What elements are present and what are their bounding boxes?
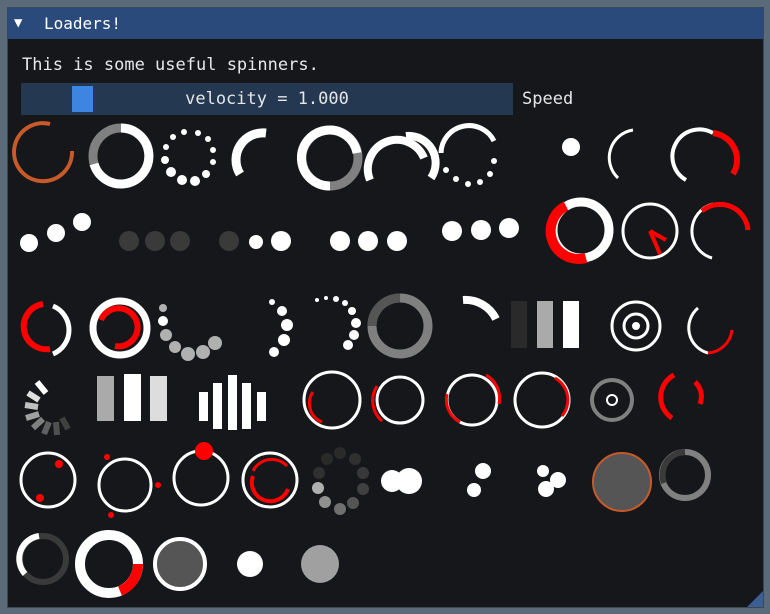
spinner-white-arc <box>231 128 267 177</box>
spinner-bars <box>511 301 579 348</box>
spinner-ring-gray-2 <box>296 125 363 191</box>
loaders-window: ▼ Loaders! This is some useful spinners.… <box>7 7 764 608</box>
spinner-arc-dots <box>438 123 497 187</box>
spinner-ticks-fade <box>24 380 71 436</box>
spinner-filled-ring <box>153 537 207 591</box>
spinner-ring-red-inner <box>241 451 299 509</box>
spinner-dots-ring <box>161 129 216 186</box>
spinner-white-dot <box>237 551 263 577</box>
spinner-growing-dots <box>158 304 222 361</box>
spinner-arc-dots-right <box>269 299 293 357</box>
spinner-bounce-dots <box>20 213 91 252</box>
spinner-ring-red-2 <box>371 375 425 425</box>
spinner-filled-circle <box>592 452 652 512</box>
spinner-arc-dots-tail <box>315 296 361 350</box>
spinner-quarter-arc <box>462 295 500 321</box>
spinner-orange-arc <box>12 121 75 184</box>
spinner-red-ring <box>545 197 614 264</box>
spinner-orbit-big-dot <box>172 442 230 507</box>
spinner-orbit-dots-2 <box>97 454 161 518</box>
spinner-gray-arc-ring <box>659 449 711 501</box>
spinner-gray-dot <box>301 545 339 583</box>
spinner-ring-red-4 <box>513 371 571 429</box>
spinner-clock <box>621 202 679 260</box>
spinner-red-arc <box>670 127 740 182</box>
spinner-target <box>610 300 662 352</box>
spinner-fading-dot-ring <box>312 447 369 515</box>
spinner-pair-dots <box>381 468 422 494</box>
spinner-double-arc <box>363 131 440 182</box>
spinner-gray-target <box>590 378 634 422</box>
spinner-nested-rings <box>89 297 151 359</box>
spinner-gallery <box>12 121 751 598</box>
spinner-three-dots-2 <box>442 218 519 241</box>
resize-grip-icon[interactable] <box>747 591 763 607</box>
spinner-thick-red-ring <box>75 530 144 598</box>
spinner-red-double-arc <box>658 372 704 421</box>
spinner-equalizer <box>199 375 266 430</box>
spinner-orbit-dots <box>19 451 77 509</box>
spinner-red-white-arc <box>20 301 72 357</box>
spinner-red-arc-3 <box>687 306 734 355</box>
spinner-scale-dots <box>219 231 291 251</box>
spinner-fade-dots <box>119 231 190 251</box>
spinner-triple-cluster <box>537 465 566 497</box>
spinner-bouncing-pair <box>467 463 491 497</box>
spinner-ring-red-3 <box>444 373 502 427</box>
spinner-thin-arc <box>607 128 634 180</box>
spinner-ring-gray <box>88 123 154 189</box>
spinner-three-dots <box>330 231 407 251</box>
spinner-bars-2 <box>97 374 167 421</box>
spinner-dark-ring <box>16 533 69 585</box>
spinner-ring-red-1 <box>302 370 362 430</box>
spinner-red-arc-2 <box>690 201 751 260</box>
spinner-dot-small <box>562 138 580 156</box>
spinner-gray-ring <box>367 293 433 359</box>
